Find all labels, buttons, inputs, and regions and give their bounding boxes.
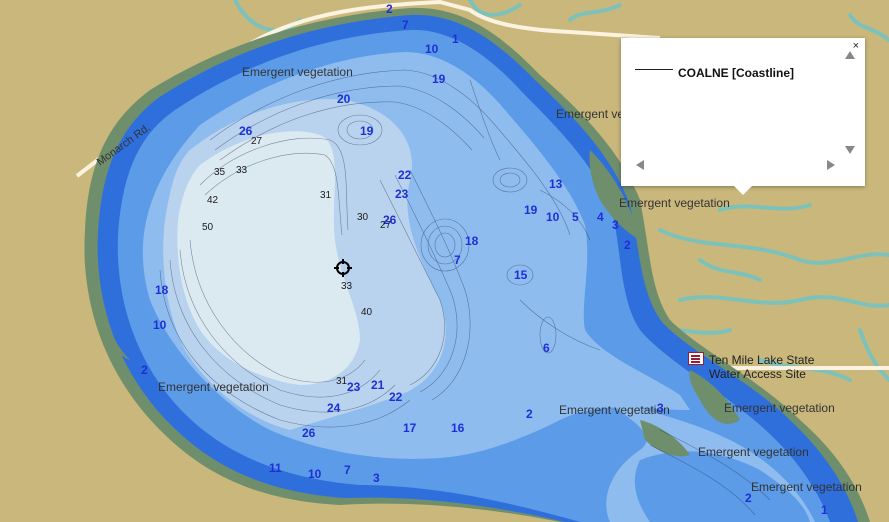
- vegetation-label: Emergent vegetation: [619, 196, 730, 210]
- scroll-up-icon[interactable]: [845, 51, 855, 59]
- scroll-left-icon[interactable]: [636, 160, 644, 170]
- depth-label: 2: [624, 238, 631, 252]
- depth-label: 19: [524, 203, 538, 217]
- vegetation-label: Emergent vegetation: [158, 380, 269, 394]
- scroll-down-icon[interactable]: [845, 146, 855, 154]
- depth-label: 22: [398, 168, 412, 182]
- depth-label: 7: [454, 253, 461, 267]
- depth-label: 11: [269, 461, 282, 475]
- depth-label: 10: [546, 210, 560, 224]
- depth-label: 18: [155, 283, 169, 297]
- depth-label: 35: [214, 167, 226, 178]
- scroll-right-icon[interactable]: [827, 160, 835, 170]
- depth-label: 2: [141, 363, 148, 377]
- depth-label: 3: [612, 218, 619, 232]
- depth-label: 7: [402, 18, 409, 32]
- depth-label: 24: [327, 401, 341, 415]
- depth-label: 17: [403, 421, 417, 435]
- depth-label: 26: [302, 426, 316, 440]
- vegetation-label: Emergent vegetation: [751, 480, 862, 494]
- depth-label: 31: [320, 190, 332, 201]
- depth-label: 33: [341, 281, 353, 292]
- access-site-line1: Ten Mile Lake State: [709, 353, 815, 367]
- depth-label: 23: [347, 380, 361, 394]
- vegetation-label: Emergent vegetation: [724, 401, 835, 415]
- depth-label: 3: [657, 401, 664, 415]
- legend-popup: × COALNE [Coastline]: [621, 38, 865, 195]
- depth-label: 2: [386, 2, 393, 16]
- depth-label: 1: [821, 503, 828, 517]
- depth-label: 22: [389, 390, 403, 404]
- depth-label: 10: [308, 467, 322, 481]
- depth-label: 30: [357, 212, 369, 223]
- depth-label: 6: [543, 341, 550, 355]
- depth-label: 2: [745, 491, 752, 505]
- depth-label: 18: [465, 234, 479, 248]
- depth-label: 19: [432, 72, 446, 86]
- depth-label: 10: [153, 318, 167, 332]
- depth-label: 21: [371, 378, 385, 392]
- depth-label: 15: [514, 268, 528, 282]
- depth-label: 1: [452, 32, 459, 46]
- depth-label: 13: [549, 177, 563, 191]
- depth-label: 23: [395, 187, 409, 201]
- legend-label: COALNE [Coastline]: [678, 66, 795, 80]
- depth-label: 16: [451, 421, 465, 435]
- depth-label: 7: [344, 463, 351, 477]
- depth-label: 2: [526, 407, 533, 421]
- depth-label: 50: [202, 222, 214, 233]
- access-site-label: Ten Mile Lake State Water Access Site: [709, 353, 814, 381]
- depth-label: 33: [236, 165, 248, 176]
- boat-ramp-icon[interactable]: [688, 352, 704, 365]
- vegetation-label: Emergent vegetation: [559, 403, 670, 417]
- coastline-swatch: [635, 69, 673, 70]
- depth-label: 4: [597, 210, 604, 224]
- depth-label: 27: [251, 136, 263, 147]
- depth-label: 20: [337, 92, 351, 106]
- depth-label: 27: [380, 220, 392, 231]
- depth-label: 42: [207, 195, 219, 206]
- vegetation-label: Emergent vegetation: [698, 445, 809, 459]
- depth-label: 10: [425, 42, 439, 56]
- depth-label: 5: [572, 210, 579, 224]
- depth-label: 19: [360, 124, 374, 138]
- vegetation-label: Emergent vegetation: [242, 65, 353, 79]
- depth-label: 31: [336, 376, 348, 387]
- depth-label: 40: [361, 307, 373, 318]
- access-site-line2: Water Access Site: [709, 367, 806, 381]
- depth-label: 3: [373, 471, 380, 485]
